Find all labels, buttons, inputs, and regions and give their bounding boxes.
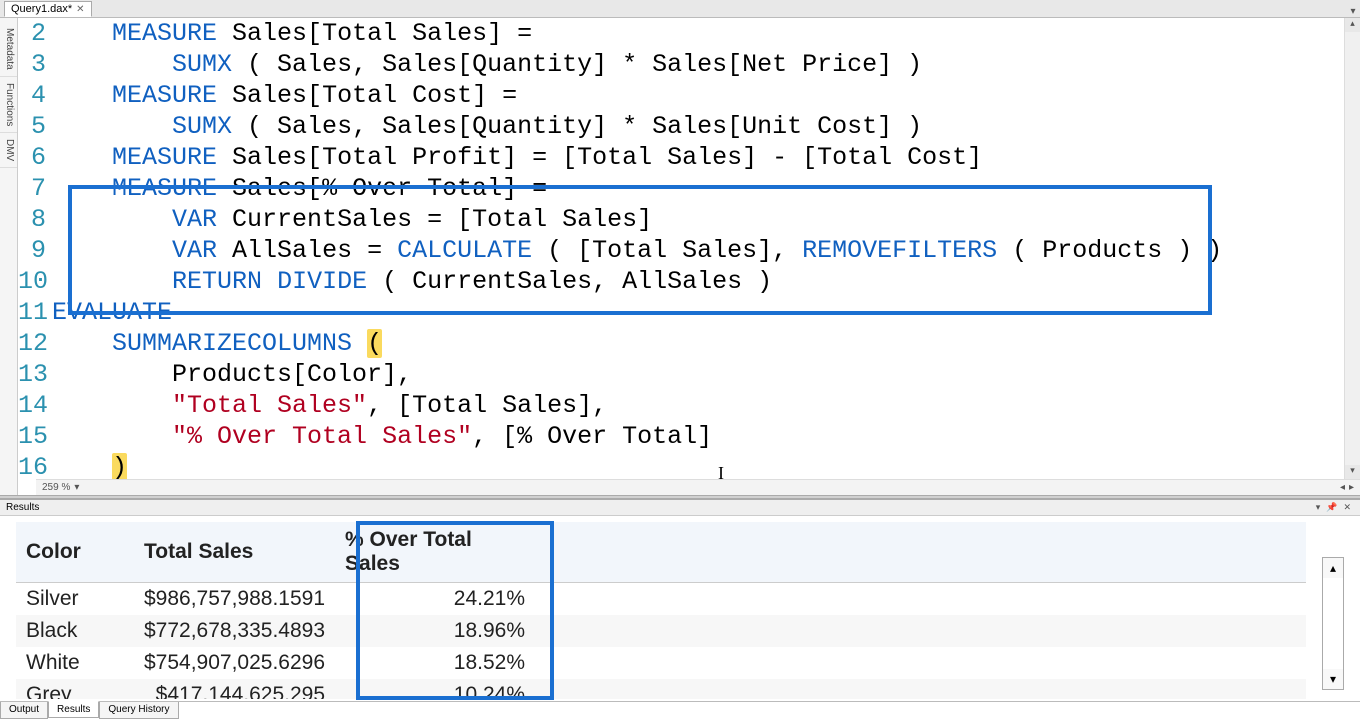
code-editor[interactable]: 2345678910111213141516 MEASURE Sales[Tot… (18, 18, 1360, 495)
scroll-down-icon[interactable]: ▾ (1323, 669, 1343, 689)
side-tab-metadata[interactable]: Metadata (0, 22, 17, 77)
editor-pane: Metadata Functions DMV 23456789101112131… (0, 18, 1360, 495)
side-tabs: Metadata Functions DMV (0, 18, 18, 495)
results-vertical-scrollbar[interactable]: ▴ ▾ (1322, 557, 1344, 690)
line-gutter: 2345678910111213141516 (18, 18, 52, 495)
side-tab-functions[interactable]: Functions (0, 77, 17, 133)
table-row[interactable]: Silver$986,757,988.159124.21% (16, 583, 1306, 616)
close-icon[interactable]: ✕ (76, 4, 84, 15)
table-row[interactable]: White$754,907,025.629618.52% (16, 647, 1306, 679)
pin-icon[interactable]: 📌 (1323, 502, 1340, 513)
scroll-down-icon[interactable]: ▾ (1345, 465, 1360, 479)
table-row[interactable]: Grey$417,144,625.29510.24% (16, 679, 1306, 699)
results-table: Color Total Sales % Over Total Sales Sil… (16, 522, 1306, 699)
zoom-dropdown-icon[interactable]: ▾ (74, 482, 79, 493)
code-area[interactable]: MEASURE Sales[Total Sales] = SUMX ( Sale… (52, 18, 1360, 495)
results-header: Results ▾ 📌 ✕ (0, 500, 1360, 516)
bottom-tab-history[interactable]: Query History (99, 702, 178, 719)
zoom-bar: 259 % ▾ ◂ ▸ (36, 479, 1360, 495)
scroll-up-icon[interactable]: ▴ (1323, 558, 1343, 578)
table-row[interactable]: Black$772,678,335.489318.96% (16, 615, 1306, 647)
column-header-color[interactable]: Color (16, 522, 134, 583)
results-pane: Results ▾ 📌 ✕ Color Total Sales % Over T… (0, 499, 1360, 699)
file-tabs: Query1.dax* ✕ ▾ (0, 0, 1360, 18)
zoom-level: 259 % (42, 482, 70, 493)
editor-vertical-scrollbar[interactable]: ▴ ▾ (1344, 18, 1360, 479)
side-tab-dmv[interactable]: DMV (0, 133, 17, 168)
scroll-up-icon[interactable]: ▴ (1345, 18, 1360, 32)
results-dropdown-icon[interactable]: ▾ (1313, 502, 1324, 513)
results-title: Results (6, 502, 39, 513)
close-icon[interactable]: ✕ (1340, 502, 1354, 513)
hscroll-left-icon[interactable]: ◂ (1340, 482, 1345, 493)
column-header-total-sales[interactable]: Total Sales (134, 522, 335, 583)
file-tab-query1[interactable]: Query1.dax* ✕ (4, 1, 92, 17)
tab-dropdown-icon[interactable]: ▾ (1346, 6, 1360, 17)
column-header-pct-over-total[interactable]: % Over Total Sales (335, 522, 535, 583)
column-header-empty (535, 522, 1306, 583)
bottom-tabs: Output Results Query History (0, 701, 1360, 719)
bottom-tab-results[interactable]: Results (48, 701, 99, 718)
bottom-tab-output[interactable]: Output (0, 702, 48, 719)
hscroll-right-icon[interactable]: ▸ (1349, 482, 1354, 493)
file-tab-label: Query1.dax* (11, 3, 72, 15)
